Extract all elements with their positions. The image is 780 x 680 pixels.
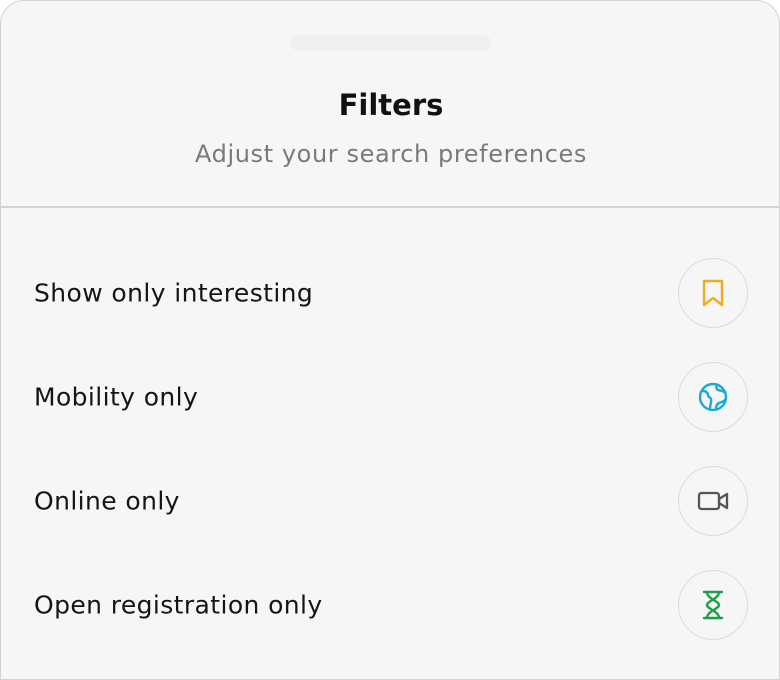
header-divider bbox=[1, 206, 780, 208]
sheet-subtitle: Adjust your search preferences bbox=[195, 140, 587, 168]
filter-toggle-interesting[interactable] bbox=[678, 258, 748, 328]
hourglass-icon bbox=[701, 589, 725, 621]
filter-label: Mobility only bbox=[34, 382, 199, 412]
filter-toggle-online[interactable] bbox=[678, 466, 748, 536]
video-camera-icon bbox=[697, 489, 729, 513]
filter-label: Show only interesting bbox=[34, 278, 314, 308]
filter-label: Online only bbox=[34, 486, 180, 516]
filter-row-open-registration[interactable]: Open registration only bbox=[1, 553, 780, 657]
drag-handle[interactable] bbox=[291, 35, 491, 51]
filters-bottom-sheet: Filters Adjust your search preferences S… bbox=[0, 0, 780, 680]
filter-toggle-mobility[interactable] bbox=[678, 362, 748, 432]
sheet-title: Filters bbox=[338, 88, 444, 122]
filter-row-online[interactable]: Online only bbox=[1, 449, 780, 553]
bookmark-icon bbox=[700, 278, 726, 308]
filter-label: Open registration only bbox=[34, 590, 323, 620]
filter-toggle-open-registration[interactable] bbox=[678, 570, 748, 640]
filter-row-interesting[interactable]: Show only interesting bbox=[1, 241, 780, 345]
globe-icon bbox=[697, 381, 729, 413]
filter-row-mobility[interactable]: Mobility only bbox=[1, 345, 780, 449]
